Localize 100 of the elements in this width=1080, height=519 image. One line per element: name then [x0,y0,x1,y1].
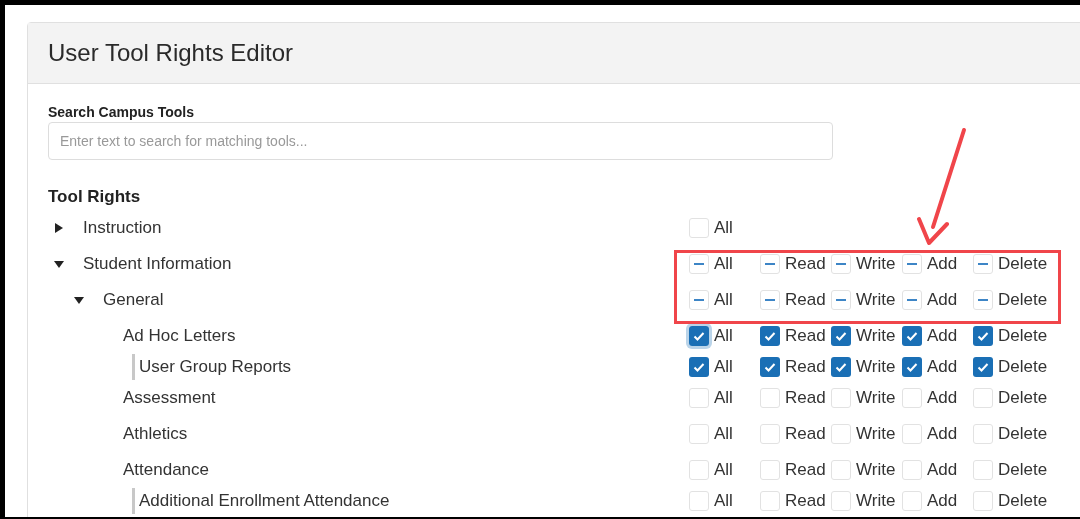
right-label: Delete [998,356,1048,379]
right-label: Delete [998,325,1048,348]
minus-icon [978,263,988,265]
checkbox[interactable] [831,326,851,346]
checkbox[interactable] [902,290,922,310]
checkbox[interactable] [760,290,780,310]
tool-label: Additional Enrollment Attendance [139,490,390,513]
minus-icon [765,299,775,301]
checkbox[interactable] [689,460,709,480]
right-label: Read [785,423,826,446]
right-label: All [714,217,733,240]
checkbox[interactable] [831,388,851,408]
right-label: Add [927,423,958,446]
right-label: All [714,253,733,276]
checkbox[interactable] [973,290,993,310]
caret-right-icon[interactable] [54,223,64,233]
tool-label: Assessment [123,387,216,410]
checkbox[interactable] [973,254,993,274]
checkbox[interactable] [689,218,709,238]
right-label: Add [927,387,958,410]
checkbox[interactable] [973,424,993,444]
right-label: Add [927,289,958,312]
right-label: Read [785,490,826,513]
right-label: Add [927,325,958,348]
tool-label: Attendance [123,459,209,482]
checkbox[interactable] [902,254,922,274]
checkbox[interactable] [760,357,780,377]
minus-icon [836,263,846,265]
right-label: Add [927,459,958,482]
minus-icon [907,263,917,265]
checkbox[interactable] [760,424,780,444]
caret-down-icon[interactable] [74,295,84,305]
checkbox[interactable] [831,460,851,480]
right-label: Delete [998,423,1048,446]
right-label: Delete [998,289,1048,312]
right-label: Add [927,490,958,513]
right-label: Write [856,289,896,312]
panel-title: User Tool Rights Editor [48,38,293,68]
checkbox[interactable] [973,388,993,408]
checkbox[interactable] [831,424,851,444]
checkbox[interactable] [760,491,780,511]
right-label: Write [856,253,896,276]
right-label: Read [785,253,826,276]
right-label: All [714,387,733,410]
right-label: Delete [998,253,1048,276]
checkbox[interactable] [902,424,922,444]
right-label: All [714,459,733,482]
checkbox[interactable] [760,388,780,408]
checkbox[interactable] [902,491,922,511]
right-label: Add [927,253,958,276]
checkbox[interactable] [973,460,993,480]
section-title: Tool Rights [48,186,142,208]
search-label: Search Campus Tools [48,103,195,121]
right-label: Read [785,356,826,379]
right-label: Read [785,459,826,482]
checkbox[interactable] [689,254,709,274]
checkbox[interactable] [831,290,851,310]
tool-label: General [103,289,164,312]
checkbox[interactable] [973,326,993,346]
tool-label: Instruction [83,217,162,240]
checkbox[interactable] [689,424,709,444]
right-label: Delete [998,490,1048,513]
checkbox[interactable] [760,254,780,274]
caret-down-icon[interactable] [54,259,64,269]
checkbox[interactable] [902,460,922,480]
right-label: Delete [998,387,1048,410]
checkbox[interactable] [689,290,709,310]
checkbox[interactable] [902,388,922,408]
minus-icon [765,263,775,265]
minus-icon [694,263,704,265]
right-label: Read [785,387,826,410]
right-label: All [714,325,733,348]
right-label: Write [856,490,896,513]
tool-label: Ad Hoc Letters [123,325,236,348]
checkbox[interactable] [689,326,709,346]
checkbox[interactable] [760,326,780,346]
right-label: Write [856,387,896,410]
checkbox[interactable] [973,357,993,377]
right-label: All [714,356,733,379]
checkbox[interactable] [689,388,709,408]
right-label: Delete [998,459,1048,482]
right-label: Write [856,325,896,348]
checkbox[interactable] [831,357,851,377]
checkbox[interactable] [831,254,851,274]
checkbox[interactable] [689,357,709,377]
checkbox[interactable] [831,491,851,511]
minus-icon [836,299,846,301]
checkbox[interactable] [760,460,780,480]
tool-label: User Group Reports [139,356,292,379]
tool-label: Athletics [123,423,188,446]
right-label: Add [927,356,958,379]
minus-icon [694,299,704,301]
checkbox[interactable] [902,326,922,346]
checkbox[interactable] [973,491,993,511]
checkbox[interactable] [689,491,709,511]
tool-label: Student Information [83,253,232,276]
search-field[interactable]: Enter text to search for matching tools... [48,122,833,160]
right-label: Read [785,289,826,312]
checkbox[interactable] [902,357,922,377]
right-label: Write [856,459,896,482]
